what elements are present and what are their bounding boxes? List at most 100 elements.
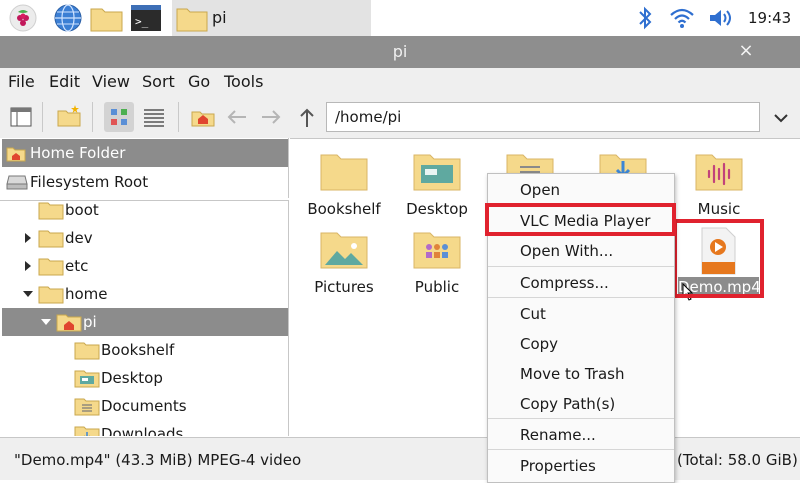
public-folder-icon [413,232,461,269]
toolbar-separator [178,102,179,132]
highlight-box-vlc [485,203,676,236]
place-label: Filesystem Root [30,173,149,191]
menu-separator [488,266,674,267]
ctx-label: Cut [520,305,546,323]
ctx-open-with[interactable]: Open With... [488,237,674,265]
ctx-label: Open With... [520,242,614,260]
home-folder-icon [56,314,82,332]
ctx-label: Copy [520,335,559,353]
file-manager-icon[interactable] [90,3,123,33]
ctx-label: Move to Trash [520,365,625,383]
file-item-pictures[interactable]: Pictures [297,221,391,299]
new-folder-icon[interactable] [54,102,84,132]
window-titlebar[interactable]: pi × [0,36,800,68]
menu-separator [488,449,674,450]
file-label: Public [414,278,460,296]
wifi-icon[interactable] [667,3,697,33]
status-total-space: (Total: 58.0 GiB) [677,451,798,469]
menu-sort[interactable]: Sort [142,72,175,91]
status-selection-info: "Demo.mp4" (43.3 MiB) MPEG-4 video [14,451,302,469]
tree-node-documents[interactable]: Documents [0,392,288,420]
web-browser-icon[interactable] [53,3,83,33]
statusbar: "Demo.mp4" (43.3 MiB) MPEG-4 video (Tota… [0,437,800,480]
volume-icon[interactable] [706,3,736,33]
list-view-icon[interactable] [139,102,169,132]
folder-icon [74,342,100,360]
folder-icon [38,230,64,248]
ctx-copy-paths[interactable]: Copy Path(s) [488,390,674,418]
path-input[interactable] [326,102,760,132]
home-icon [6,147,26,162]
pictures-folder-icon [320,232,368,269]
svg-text:>_: >_ [135,15,149,28]
collapse-arrow-icon[interactable] [41,319,51,325]
ctx-compress[interactable]: Compress... [488,269,674,297]
ctx-move-to-trash[interactable]: Move to Trash [488,360,674,388]
tree-node-label: boot [65,201,99,219]
expand-arrow-icon[interactable] [25,233,31,243]
home-icon[interactable] [188,102,218,132]
tree-node-label: Bookshelf [101,341,175,359]
tree-node-boot[interactable]: boot [0,201,288,224]
tree-node-desktop[interactable]: Desktop [0,364,288,392]
menubar: File Edit View Sort Go Tools [0,68,800,96]
folder-icon [38,258,64,276]
expand-arrow-icon[interactable] [25,261,31,271]
ctx-properties[interactable]: Properties [488,452,674,480]
menu-tools[interactable]: Tools [224,72,263,91]
ctx-cut[interactable]: Cut [488,300,674,328]
menu-view[interactable]: View [92,72,130,91]
close-button[interactable]: × [736,40,756,62]
tree-node-home[interactable]: home [0,280,288,308]
menu-separator [488,418,674,419]
icon-view-icon[interactable] [104,102,134,132]
file-label: Pictures [314,278,374,296]
menu-edit[interactable]: Edit [49,72,80,91]
collapse-arrow-icon[interactable] [23,291,33,297]
tree-node-etc[interactable]: etc [0,252,288,280]
menu-go[interactable]: Go [188,72,210,91]
tree-node-bookshelf[interactable]: Bookshelf [0,336,288,364]
tree-node-label: dev [65,229,93,247]
window-title: pi [392,42,408,61]
tree-node-dev[interactable]: dev [0,224,288,252]
tree-node-label: home [65,285,108,303]
ctx-label: Rename... [520,426,596,444]
back-arrow-icon[interactable] [222,102,252,132]
tree-node-pi[interactable]: pi [2,308,288,336]
file-item-bookshelf[interactable]: Bookshelf [297,143,391,221]
toolbar [0,96,800,138]
terminal-icon[interactable]: >_ [130,3,161,33]
taskbar-window-button[interactable]: pi [172,0,371,36]
forward-arrow-icon[interactable] [256,102,286,132]
menu-file[interactable]: File [8,72,35,91]
places-pane: Home Folder Filesystem Root [0,138,289,198]
menu-separator [488,297,674,298]
up-arrow-icon[interactable] [292,102,322,132]
place-home-folder[interactable]: Home Folder [2,139,288,167]
raspberry-icon[interactable] [8,3,38,33]
music-folder-icon [695,154,743,191]
chevron-down-icon[interactable] [766,102,796,132]
tree-node-label: pi [83,313,97,331]
folder-icon [176,3,208,33]
ctx-label: Compress... [520,274,609,292]
folder-icon [38,202,64,220]
desktop-folder-icon [74,370,100,388]
tree-node-label: Desktop [101,369,163,387]
folder-icon [38,286,64,304]
ctx-rename[interactable]: Rename... [488,421,674,449]
file-label: Bookshelf [307,200,381,218]
bluetooth-icon[interactable] [630,3,660,33]
ctx-open[interactable]: Open [488,176,674,204]
desktop-folder-icon [413,154,461,191]
tree-node-downloads[interactable]: Downloads [0,420,288,436]
tree-node-label: Downloads [101,425,184,436]
file-item-music[interactable]: Music [672,143,766,221]
file-item-desktop[interactable]: Desktop [390,143,484,221]
ctx-copy[interactable]: Copy [488,330,674,358]
file-item-public[interactable]: Public [390,221,484,299]
sidepane-icon[interactable] [6,102,36,132]
ctx-label: Open [520,181,561,199]
place-filesystem-root[interactable]: Filesystem Root [2,168,288,196]
